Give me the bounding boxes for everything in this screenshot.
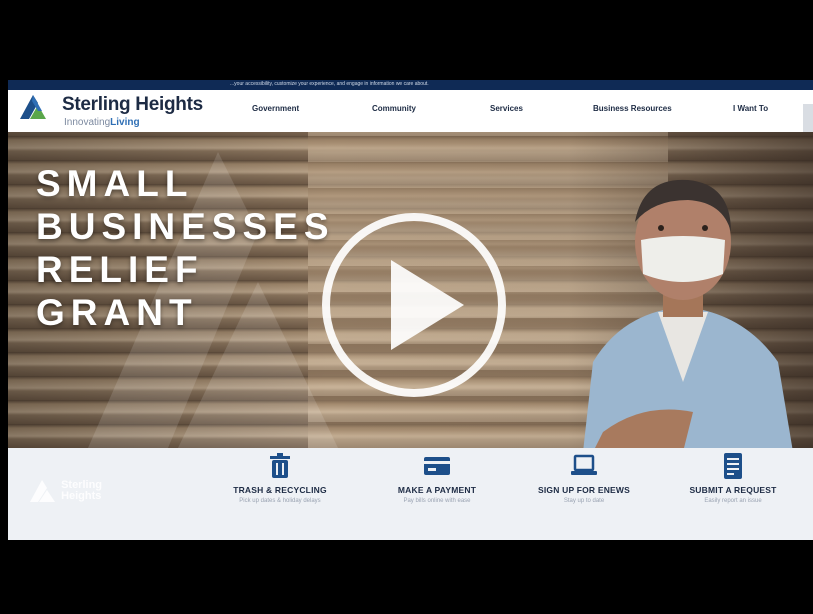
nav-government[interactable]: Government bbox=[252, 104, 299, 113]
quick-link-title: SIGN UP FOR ENEWS bbox=[537, 485, 631, 495]
headline-line: BUSINESSES bbox=[36, 206, 335, 247]
logo-tagline-emphasis: Living bbox=[110, 117, 140, 128]
headline-line: GRANT bbox=[36, 292, 198, 333]
nav-community[interactable]: Community bbox=[372, 104, 416, 113]
website-screenshot: ...your accessibility, customize your ex… bbox=[8, 80, 813, 540]
nav-services[interactable]: Services bbox=[490, 104, 523, 113]
quick-link-enews[interactable]: SIGN UP FOR ENEWS Stay up to date bbox=[514, 452, 654, 504]
video-play-icon[interactable] bbox=[319, 210, 509, 400]
headline-line: SMALL bbox=[36, 163, 194, 204]
quick-link-request[interactable]: SUBMIT A REQUEST Easily report an issue bbox=[663, 452, 803, 504]
site-header: Sterling Heights InnovatingLiving Govern… bbox=[8, 90, 813, 164]
trash-icon bbox=[270, 453, 290, 478]
laptop-icon bbox=[571, 454, 597, 475]
logo-tagline-prefix: Innovating bbox=[64, 117, 111, 128]
quick-link-trash[interactable]: TRASH & RECYCLING Pick up dates & holida… bbox=[210, 452, 350, 504]
footer-logo-icon bbox=[30, 480, 55, 502]
sterling-heights-logo-icon bbox=[20, 95, 46, 119]
payment-card-icon bbox=[424, 457, 450, 475]
nav-business-resources[interactable]: Business Resources bbox=[593, 104, 672, 113]
nav-i-want-to[interactable]: I Want To bbox=[733, 104, 768, 113]
quick-link-payment[interactable]: MAKE A PAYMENT Pay bills online with eas… bbox=[367, 452, 507, 504]
quick-link-subtitle: Stay up to date bbox=[563, 498, 605, 504]
quick-link-title: SUBMIT A REQUEST bbox=[689, 485, 777, 495]
video-frame: ...your accessibility, customize your ex… bbox=[0, 0, 813, 614]
masked-man-photo bbox=[583, 179, 793, 448]
quick-link-title: TRASH & RECYCLING bbox=[233, 485, 327, 495]
top-notice-bar: ...your accessibility, customize your ex… bbox=[8, 80, 813, 90]
logo-tagline: InnovatingLiving bbox=[64, 117, 140, 128]
document-icon bbox=[724, 453, 742, 479]
quick-link-subtitle: Easily report an issue bbox=[704, 498, 762, 504]
quick-link-subtitle: Pay bills online with ease bbox=[403, 498, 471, 504]
logo-name: Sterling Heights bbox=[62, 94, 203, 115]
quick-link-title: MAKE A PAYMENT bbox=[397, 485, 477, 495]
headline-line: RELIEF bbox=[36, 249, 204, 290]
footer-logo: Sterling Heights bbox=[28, 478, 102, 504]
quick-link-subtitle: Pick up dates & holiday delays bbox=[239, 498, 321, 504]
top-notice-text: ...your accessibility, customize your ex… bbox=[230, 81, 429, 87]
quick-links-bar: Sterling Heights TRASH & RECYCLING Pick … bbox=[8, 448, 813, 540]
hero-headline: SMALL BUSINESSES RELIEF GRANT bbox=[36, 162, 335, 334]
site-logo[interactable]: Sterling Heights InnovatingLiving bbox=[18, 93, 218, 131]
footer-logo-line2: Heights bbox=[61, 490, 102, 502]
